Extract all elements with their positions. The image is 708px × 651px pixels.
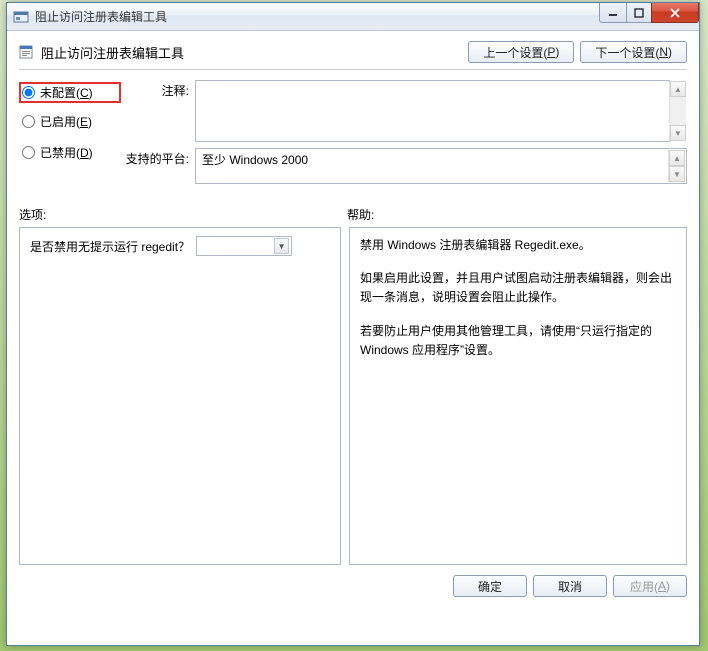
content-area: 阻止访问注册表编辑工具 上一个设置(P) 下一个设置(N) 未配置(C) (7, 31, 699, 609)
help-pane: 禁用 Windows 注册表编辑器 Regedit.exe。 如果启用此设置，并… (349, 227, 687, 565)
previous-setting-button[interactable]: 上一个设置(P) (468, 41, 574, 63)
scroll-down-icon[interactable]: ▼ (670, 125, 686, 141)
platform-scrollbar[interactable]: ▲ ▼ (668, 150, 685, 182)
panes: 是否禁用无提示运行 regedit？ ▼ 禁用 Windows 注册表编辑器 R… (19, 227, 687, 565)
section-labels: 选项: 帮助: (19, 206, 687, 223)
option-combobox[interactable]: ▼ (196, 236, 292, 256)
radio-not-configured[interactable]: 未配置(C) (19, 82, 121, 103)
radio-enabled-label: 已启用(E) (40, 113, 92, 130)
comment-label: 注释: (125, 80, 195, 142)
close-button[interactable] (651, 3, 699, 23)
comment-input[interactable] (195, 80, 670, 142)
app-icon (13, 9, 29, 25)
footer-buttons: 确定 取消 应用(A) (19, 575, 687, 597)
policy-editor-window: 阻止访问注册表编辑工具 (6, 2, 700, 646)
radio-disabled-label: 已禁用(D) (40, 144, 93, 161)
radio-enabled[interactable]: 已启用(E) (19, 111, 121, 132)
radio-group: 未配置(C) 已启用(E) 已禁用(D) (19, 80, 121, 190)
radio-disabled[interactable]: 已禁用(D) (19, 142, 121, 163)
titlebar[interactable]: 阻止访问注册表编辑工具 (7, 3, 699, 31)
help-paragraph: 如果启用此设置，并且用户试图启动注册表编辑器，则会出现一条消息，说明设置会阻止此… (360, 269, 676, 307)
meta-column: 注释: ▲ ▼ 支持的平台: 至少 Windows 2000 ▲ (125, 80, 687, 190)
platform-value: 至少 Windows 2000 (202, 151, 308, 168)
header-row: 阻止访问注册表编辑工具 上一个设置(P) 下一个设置(N) (19, 41, 687, 63)
cancel-button[interactable]: 取消 (533, 575, 607, 597)
scroll-down-icon[interactable]: ▼ (669, 166, 685, 182)
options-section-label: 选项: (19, 206, 347, 223)
divider (19, 69, 687, 70)
page-title: 阻止访问注册表编辑工具 (41, 43, 184, 62)
radio-not-configured-label: 未配置(C) (40, 84, 93, 101)
help-section-label: 帮助: (347, 206, 374, 223)
minimize-button[interactable] (599, 3, 627, 23)
window-title: 阻止访问注册表编辑工具 (35, 8, 167, 25)
next-setting-button[interactable]: 下一个设置(N) (580, 41, 687, 63)
comment-scrollbar[interactable]: ▲ ▼ (669, 81, 686, 141)
radio-not-configured-input[interactable] (22, 86, 35, 99)
scroll-up-icon[interactable]: ▲ (669, 150, 685, 166)
chevron-down-icon: ▼ (274, 238, 289, 254)
radio-enabled-input[interactable] (22, 115, 35, 128)
platform-value-box: 至少 Windows 2000 ▲ ▼ (195, 148, 687, 184)
maximize-button[interactable] (626, 3, 652, 23)
config-area: 未配置(C) 已启用(E) 已禁用(D) 注释: ▲ (19, 80, 687, 190)
option-question: 是否禁用无提示运行 regedit？ (30, 238, 190, 255)
ok-button[interactable]: 确定 (453, 575, 527, 597)
scroll-up-icon[interactable]: ▲ (670, 81, 686, 97)
help-paragraph: 若要防止用户使用其他管理工具，请使用“只运行指定的 Windows 应用程序”设… (360, 322, 676, 360)
options-pane: 是否禁用无提示运行 regedit？ ▼ (19, 227, 341, 565)
apply-button[interactable]: 应用(A) (613, 575, 687, 597)
policy-icon (19, 44, 35, 60)
window-controls (600, 3, 699, 23)
platform-label: 支持的平台: (125, 148, 195, 184)
help-paragraph: 禁用 Windows 注册表编辑器 Regedit.exe。 (360, 236, 676, 255)
radio-disabled-input[interactable] (22, 146, 35, 159)
